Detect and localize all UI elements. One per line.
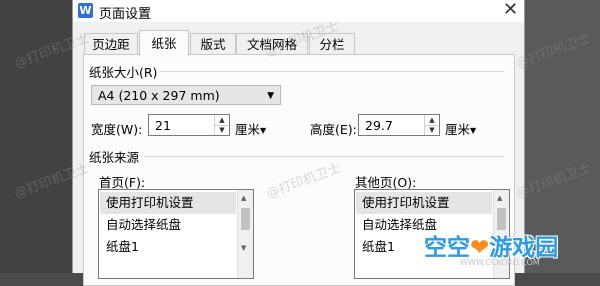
- vertical-scrollbar[interactable]: ▲ ▼: [237, 190, 253, 278]
- width-spin-buttons: ▲ ▼: [214, 115, 229, 135]
- close-icon[interactable]: ✕: [503, 0, 518, 20]
- width-value: 21: [155, 118, 171, 133]
- group-divider: [154, 71, 504, 72]
- paper-size-selected-value: A4 (210 x 297 mm): [98, 88, 220, 103]
- list-item[interactable]: 自动选择纸盘: [100, 214, 236, 236]
- group-divider: [144, 156, 504, 157]
- list-item[interactable]: 使用打印机设置: [100, 192, 236, 214]
- scroll-thumb[interactable]: [241, 208, 250, 230]
- dropdown-arrow-icon: ▼: [267, 91, 274, 101]
- height-unit-dropdown[interactable]: 厘米▼: [445, 119, 476, 138]
- list-item[interactable]: 使用打印机设置: [356, 192, 492, 214]
- paper-source-group-label: 纸张来源: [89, 147, 143, 166]
- window-title: 页面设置: [99, 7, 152, 22]
- list-item[interactable]: 纸盘1: [100, 236, 236, 258]
- paper-size-select[interactable]: A4 (210 x 297 mm) ▼: [91, 85, 281, 105]
- scroll-down-icon[interactable]: ▼: [241, 244, 246, 252]
- first-page-listbox[interactable]: 使用打印机设置 自动选择纸盘 纸盘1 ▲ ▼: [98, 189, 254, 279]
- width-unit-label: 厘米: [235, 122, 261, 137]
- spin-down-icon[interactable]: ▼: [425, 125, 439, 135]
- scroll-thumb[interactable]: [497, 208, 506, 230]
- scroll-up-icon[interactable]: ▲: [241, 194, 246, 202]
- scroll-up-icon[interactable]: ▲: [497, 194, 502, 202]
- paper-size-group-label: 纸张大小(R): [89, 62, 161, 81]
- tab-layout[interactable]: 版式: [190, 33, 236, 55]
- width-unit-dropdown[interactable]: 厘米▼: [235, 119, 266, 138]
- width-spinbox[interactable]: 21 ▲ ▼: [148, 114, 230, 136]
- height-unit-label: 厘米: [445, 122, 471, 137]
- unit-caret-icon: ▼: [470, 126, 477, 135]
- height-label: 高度(E):: [310, 122, 357, 137]
- tab-paper[interactable]: 纸张: [139, 30, 189, 56]
- site-brand-logo: 空空❤游戏园 WWW.CCKOKO.COM: [424, 228, 558, 267]
- title-bar: W 页面设置 ✕: [73, 0, 524, 22]
- word-app-icon: W: [78, 3, 93, 18]
- height-spin-buttons: ▲ ▼: [424, 115, 439, 135]
- brand-url: WWW.CCKOKO.COM: [460, 258, 540, 267]
- spin-down-icon[interactable]: ▼: [215, 125, 229, 135]
- tab-margins[interactable]: 页边距: [84, 33, 138, 55]
- width-label: 宽度(W):: [91, 122, 143, 137]
- height-value: 29.7: [365, 118, 393, 133]
- unit-caret-icon: ▼: [260, 126, 267, 135]
- height-spinbox[interactable]: 29.7 ▲ ▼: [358, 114, 440, 136]
